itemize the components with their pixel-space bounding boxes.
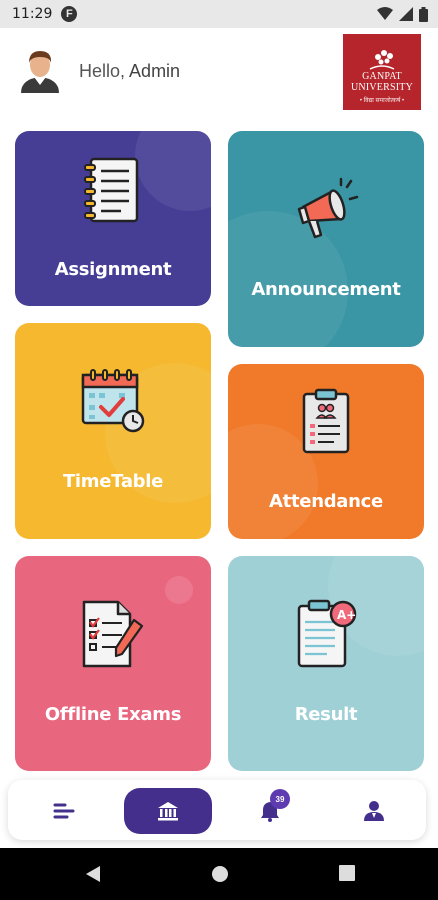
logo-tagline: • विद्या समाजोत्कर्ष • bbox=[359, 98, 405, 104]
wifi-icon bbox=[377, 7, 393, 20]
timetable-card[interactable]: TimeTable bbox=[15, 323, 211, 539]
notepad-icon bbox=[84, 157, 139, 223]
system-navigation-bar bbox=[0, 848, 438, 900]
nav-menu-button[interactable] bbox=[44, 788, 84, 834]
svg-text:A+: A+ bbox=[337, 608, 356, 622]
result-icon: A+ bbox=[297, 599, 356, 668]
attendance-label: Attendance bbox=[269, 491, 383, 512]
back-icon[interactable] bbox=[84, 864, 102, 884]
assignment-card[interactable]: Assignment bbox=[15, 131, 211, 306]
home-circle-icon[interactable] bbox=[210, 864, 230, 884]
nav-notifications-button[interactable]: 39 bbox=[248, 788, 292, 834]
battery-icon bbox=[419, 6, 428, 22]
megaphone-icon bbox=[297, 177, 359, 239]
result-label: Result bbox=[294, 704, 358, 725]
logo-text-line2: UNIVERSITY bbox=[351, 82, 413, 93]
clipboard-icon bbox=[302, 388, 350, 454]
calendar-icon bbox=[81, 369, 145, 433]
status-bar: 11:29 F bbox=[0, 0, 438, 28]
timetable-label: TimeTable bbox=[62, 471, 164, 492]
assignment-label: Assignment bbox=[54, 259, 172, 280]
app-notification-icon: F bbox=[61, 6, 78, 22]
announcement-label: Announcement bbox=[251, 279, 401, 300]
exam-paper-icon bbox=[82, 600, 144, 668]
user-name: Admin bbox=[129, 61, 181, 81]
nav-profile-button[interactable] bbox=[354, 788, 394, 834]
bottom-navigation: 39 bbox=[8, 780, 426, 840]
greeting-text: Hello, Admin bbox=[79, 61, 180, 82]
profile-icon bbox=[364, 801, 384, 821]
announcement-card[interactable]: Announcement bbox=[228, 131, 424, 347]
app-header: Hello, Admin GANPAT UNIVERSITY • विद्या … bbox=[0, 28, 438, 122]
offline-exams-label: Offline Exams bbox=[44, 704, 182, 725]
menu-icon bbox=[53, 803, 75, 819]
result-card[interactable]: A+ Result bbox=[228, 556, 424, 771]
nav-home-button[interactable] bbox=[124, 788, 212, 834]
attendance-card[interactable]: Attendance bbox=[228, 364, 424, 539]
status-icons bbox=[377, 6, 428, 22]
status-time: 11:29 bbox=[12, 6, 53, 22]
avatar[interactable] bbox=[17, 47, 63, 93]
home-icon bbox=[158, 802, 178, 821]
recents-icon[interactable] bbox=[338, 864, 356, 882]
logo-emblem-icon bbox=[369, 50, 395, 70]
university-logo: GANPAT UNIVERSITY • विद्या समाजोत्कर्ष • bbox=[343, 34, 421, 110]
notification-count-badge: 39 bbox=[270, 789, 290, 809]
logo-text-line1: GANPAT bbox=[362, 71, 402, 82]
signal-icon bbox=[399, 7, 413, 21]
greeting-prefix: Hello, bbox=[79, 61, 126, 81]
offline-exams-card[interactable]: Offline Exams bbox=[15, 556, 211, 771]
